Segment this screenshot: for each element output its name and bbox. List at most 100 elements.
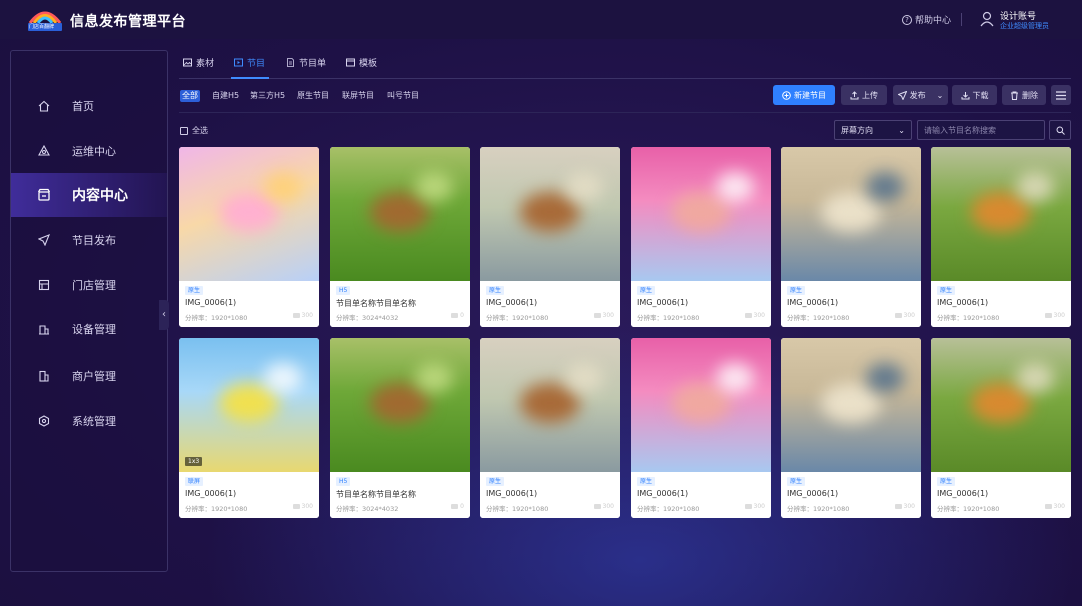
sidebar-item-device[interactable]: 设备管理: [11, 317, 167, 341]
program-thumbnail[interactable]: [330, 338, 470, 472]
program-card[interactable]: 原生 IMG_0006(1) 分辨率：1920*1080 300: [480, 147, 620, 327]
download-button[interactable]: 下载: [952, 85, 997, 105]
card-info: 原生 IMG_0006(1) 分辨率：1920*1080 300: [931, 281, 1071, 327]
program-thumbnail[interactable]: [330, 147, 470, 281]
sidebar-item-label: 设备管理: [72, 323, 116, 336]
filter-all[interactable]: 全部: [180, 90, 200, 102]
program-thumbnail[interactable]: [179, 147, 319, 281]
publish-button[interactable]: 发布 ⌄: [893, 85, 948, 105]
help-label: 帮助中心: [915, 16, 952, 26]
program-thumbnail[interactable]: [931, 338, 1071, 472]
count-value: 300: [753, 312, 765, 319]
sidebar-item-store[interactable]: 门店管理: [11, 273, 167, 297]
program-count: 300: [1044, 503, 1065, 510]
upload-label: 上传: [862, 90, 878, 100]
download-label: 下载: [972, 90, 989, 100]
count-value: 300: [1053, 503, 1065, 510]
filter-self-h5[interactable]: 自建H5: [210, 90, 241, 102]
tab-template[interactable]: 模板: [346, 55, 377, 69]
type-badge: 原生: [637, 286, 656, 295]
user-icon[interactable]: [980, 11, 994, 27]
delete-button[interactable]: 删除: [1002, 85, 1046, 105]
program-resolution: 分辨率：1920*1080: [637, 505, 700, 513]
checkbox[interactable]: [180, 126, 188, 135]
sidebar-item-publish[interactable]: 节目发布: [11, 228, 167, 252]
sidebar-item-merchant[interactable]: 商户管理: [11, 364, 167, 388]
program-thumbnail[interactable]: [179, 338, 319, 472]
sidebar-item-label: 首页: [72, 100, 94, 113]
card-info: 联屏 IMG_0006(1) 分辨率：1920*1080 300: [179, 472, 319, 518]
new-program-button[interactable]: 新建节目: [773, 85, 835, 105]
search-input[interactable]: [917, 120, 1045, 140]
card-info: 原生 IMG_0006(1) 分辨率：1920*1080 300: [179, 281, 319, 327]
program-card[interactable]: 原生 IMG_0006(1) 分辨率：1920*1080 300: [781, 147, 921, 327]
help-center-link[interactable]: ? 帮助中心: [902, 13, 951, 26]
sidebar-collapse-button[interactable]: ‹: [159, 300, 169, 330]
tab-label: 素材: [196, 58, 215, 69]
select-all-checkbox[interactable]: 全选: [180, 125, 208, 136]
upload-button[interactable]: 上传: [841, 85, 887, 105]
sidebar-item-content[interactable]: 内容中心: [11, 173, 167, 217]
program-card[interactable]: 原生 IMG_0006(1) 分辨率：1920*1080 300: [781, 338, 921, 518]
program-thumbnail[interactable]: [480, 338, 620, 472]
tab-label: 节目: [247, 58, 266, 69]
sidebar-item-home[interactable]: 首页: [11, 94, 167, 118]
send-icon: [37, 233, 51, 247]
tab-playlist[interactable]: 节目单: [286, 55, 326, 69]
screen-icon: [744, 313, 752, 318]
new-program-label: 新建节目: [794, 90, 826, 100]
menu-button[interactable]: [1051, 85, 1071, 105]
header-divider: [961, 13, 962, 26]
program-count: 300: [894, 312, 915, 319]
program-card[interactable]: 原生 IMG_0006(1) 分辨率：1920*1080 300: [931, 147, 1071, 327]
search-button[interactable]: [1049, 120, 1071, 140]
card-info: 原生 IMG_0006(1) 分辨率：1920*1080 300: [781, 281, 921, 327]
program-thumbnail[interactable]: [480, 147, 620, 281]
screen-icon: [593, 504, 601, 509]
program-thumbnail[interactable]: [631, 147, 771, 281]
program-thumbnail[interactable]: [631, 338, 771, 472]
type-badge: 原生: [937, 286, 956, 295]
tab-material[interactable]: 素材: [183, 55, 214, 69]
type-badge: 原生: [637, 477, 656, 486]
program-thumbnail[interactable]: [931, 147, 1071, 281]
type-badge: 原生: [486, 477, 505, 486]
type-badge: 原生: [185, 286, 204, 295]
program-card[interactable]: 联屏 IMG_0006(1) 分辨率：1920*1080 300 1x3: [179, 338, 319, 518]
program-count: 300: [1044, 312, 1065, 319]
tab-program[interactable]: 节目: [234, 55, 265, 69]
card-info: H5 节目单名称节目单名称 分辨率：3024*4032 0: [330, 281, 470, 327]
program-card[interactable]: 原生 IMG_0006(1) 分辨率：1920*1080 300: [931, 338, 1071, 518]
program-resolution: 分辨率：3024*4032: [336, 314, 399, 322]
program-card[interactable]: H5 节目单名称节目单名称 分辨率：3024*4032 0: [330, 338, 470, 518]
filter-queue-call[interactable]: 叫号节目: [385, 90, 421, 102]
program-name: IMG_0006(1): [787, 298, 839, 307]
filter-native[interactable]: 原生节目: [295, 90, 331, 102]
device-icon: [37, 322, 51, 336]
program-thumbnail[interactable]: [781, 147, 921, 281]
count-value: 300: [602, 312, 614, 319]
program-count: 300: [593, 312, 614, 319]
orientation-select[interactable]: 屏幕方向 ⌄: [834, 120, 912, 140]
program-name: 节目单名称节目单名称: [336, 490, 416, 499]
screen-icon: [894, 504, 902, 509]
program-count: 300: [744, 312, 765, 319]
program-card[interactable]: 原生 IMG_0006(1) 分辨率：1920*1080 300: [179, 147, 319, 327]
template-icon: [346, 58, 355, 66]
sidebar-item-system[interactable]: 系统管理: [11, 409, 167, 433]
program-card[interactable]: 原生 IMG_0006(1) 分辨率：1920*1080 300: [631, 147, 771, 327]
sidebar-item-ops[interactable]: 运维中心: [11, 139, 167, 163]
program-thumbnail[interactable]: [781, 338, 921, 472]
app-title: 信息发布管理平台: [70, 14, 186, 30]
filter-multi-screen[interactable]: 联屏节目: [340, 90, 376, 102]
program-card[interactable]: 原生 IMG_0006(1) 分辨率：1920*1080 300: [631, 338, 771, 518]
count-value: 300: [903, 312, 915, 319]
program-card[interactable]: H5 节目单名称节目单名称 分辨率：3024*4032 0: [330, 147, 470, 327]
program-resolution: 分辨率：1920*1080: [787, 505, 850, 513]
search-icon: [1056, 126, 1065, 135]
program-card[interactable]: 原生 IMG_0006(1) 分辨率：1920*1080 300: [480, 338, 620, 518]
program-resolution: 分辨率：1920*1080: [937, 505, 1000, 513]
filter-third-party-h5[interactable]: 第三方H5: [248, 90, 287, 102]
brand-logo[interactable]: 门店百翻牌: [26, 5, 64, 33]
download-icon: [961, 91, 969, 99]
